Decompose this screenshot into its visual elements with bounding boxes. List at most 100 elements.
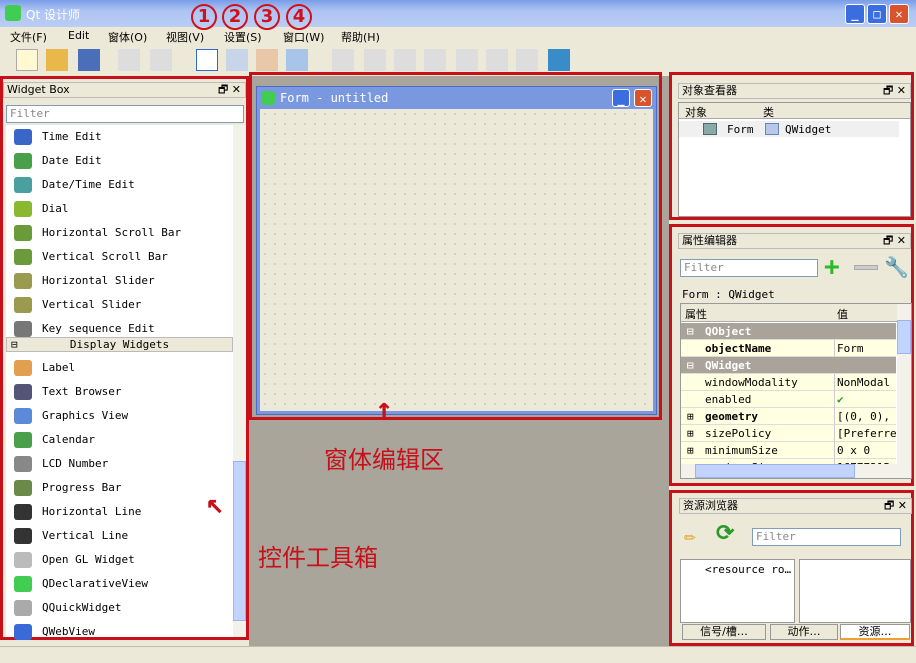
property-row[interactable]: objectName Form	[681, 340, 896, 357]
widget-item[interactable]: Date Edit	[12, 149, 234, 173]
property-value[interactable]: 0 x 0	[834, 442, 896, 459]
widget-item[interactable]: Vertical Line	[12, 524, 234, 548]
widget-item[interactable]: Vertical Slider	[12, 293, 234, 317]
widget-item[interactable]: Horizontal Scroll Bar	[12, 221, 234, 245]
property-row[interactable]: enabled ✔	[681, 391, 896, 408]
widget-item[interactable]: Horizontal Line	[12, 500, 234, 524]
add-property-button[interactable]: +	[824, 254, 840, 280]
float-close-icons[interactable]: 🗗 ✕	[884, 499, 907, 513]
widget-item[interactable]: Text Browser	[12, 380, 234, 404]
tab-actions[interactable]: 动作…	[770, 624, 838, 640]
layout-h-splitter-icon[interactable]	[394, 49, 416, 71]
tab-resources[interactable]: 资源…	[840, 624, 910, 640]
open-folder-icon[interactable]	[46, 49, 68, 71]
close-button[interactable]: ✕	[889, 4, 909, 24]
widget-filter-input[interactable]: Filter	[6, 105, 244, 123]
menu-settings[interactable]: 设置(S)	[224, 29, 262, 45]
resource-filter-input[interactable]: Filter	[752, 528, 901, 546]
edit-tab-order-icon[interactable]	[286, 49, 308, 71]
edit-buddies-icon[interactable]	[256, 49, 278, 71]
form-canvas[interactable]	[260, 109, 653, 411]
scrollbar-thumb[interactable]	[233, 461, 246, 621]
menu-form[interactable]: 窗体(O)	[108, 29, 147, 45]
edit-widgets-icon[interactable]	[196, 49, 218, 71]
send-back-icon[interactable]	[118, 49, 140, 71]
property-row[interactable]: windowModality NonModal	[681, 374, 896, 391]
property-value[interactable]: [(0, 0), 400	[834, 408, 896, 425]
vline-icon	[14, 528, 32, 544]
toolbar	[0, 45, 916, 75]
configure-wrench-button[interactable]: 🔧	[884, 255, 909, 279]
menu-edit[interactable]: Edit	[68, 29, 89, 42]
widget-item[interactable]: Label	[12, 356, 234, 380]
layout-horizontal-icon[interactable]	[332, 49, 354, 71]
widget-item-label: Vertical Line	[42, 529, 129, 542]
property-filter-input[interactable]: Filter	[680, 259, 818, 277]
widget-item[interactable]: Horizontal Slider	[12, 269, 234, 293]
widget-item[interactable]: Date/Time Edit	[12, 173, 234, 197]
float-close-icons[interactable]: 🗗 ✕	[218, 83, 241, 97]
minimize-button[interactable]: _	[845, 4, 865, 24]
adjust-size-icon[interactable]	[548, 49, 570, 71]
form-close-button[interactable]: ✕	[634, 89, 652, 107]
widget-item[interactable]: Dial	[12, 197, 234, 221]
group-name: QObject	[705, 325, 752, 338]
property-group[interactable]: ⊟ QWidget	[681, 357, 896, 374]
menu-help[interactable]: 帮助(H)	[341, 29, 380, 45]
widget-item[interactable]: Graphics View	[12, 404, 234, 428]
menu-view[interactable]: 视图(V)	[166, 29, 204, 45]
break-layout-icon[interactable]	[516, 49, 538, 71]
property-vscrollbar[interactable]	[897, 304, 911, 464]
float-close-icons[interactable]: 🗗 ✕	[883, 234, 906, 248]
widget-item[interactable]: QDeclarativeView	[12, 572, 234, 596]
property-hscrollbar[interactable]	[681, 464, 911, 478]
layout-grid-icon[interactable]	[456, 49, 478, 71]
widget-item[interactable]: LCD Number	[12, 452, 234, 476]
layout-vertical-icon[interactable]	[364, 49, 386, 71]
tree-row-form[interactable]: Form QWidget	[679, 121, 899, 137]
tab-signals-slots[interactable]: 信号/槽…	[682, 624, 766, 640]
float-close-icons[interactable]: 🗗 ✕	[883, 84, 906, 98]
property-value[interactable]: ✔	[834, 391, 896, 408]
edit-signals-slots-icon[interactable]	[226, 49, 248, 71]
new-file-icon[interactable]	[16, 49, 38, 71]
hscrollbar-icon	[14, 225, 32, 241]
reload-button[interactable]: ⟳	[716, 521, 734, 546]
save-icon[interactable]	[78, 49, 100, 71]
col-property: 属性	[685, 308, 707, 321]
property-row[interactable]: ⊞ sizePolicy [Preferred,	[681, 425, 896, 442]
property-row[interactable]: ⊞ geometry [(0, 0), 400	[681, 408, 896, 425]
menu-file[interactable]: 文件(F)	[10, 29, 47, 45]
widget-item[interactable]: Vertical Scroll Bar	[12, 245, 234, 269]
property-editor-title: 属性编辑器	[682, 234, 737, 247]
form-window[interactable]: Form - untitled _ ✕	[256, 86, 657, 415]
property-value[interactable]: NonModal	[834, 374, 896, 391]
widget-item-label: QDeclarativeView	[42, 577, 148, 590]
widget-item[interactable]: QWebView	[12, 620, 234, 644]
widget-item-label: Calendar	[42, 433, 95, 446]
expand-icon[interactable]: ⊞	[687, 425, 694, 442]
expand-icon[interactable]: ⊞	[687, 408, 694, 425]
property-value[interactable]: Form	[834, 340, 896, 357]
menu-window[interactable]: 窗口(W)	[283, 29, 324, 45]
category-display-widgets[interactable]: ⊟ Display Widgets	[6, 337, 233, 352]
widget-list-scrollbar[interactable]	[233, 125, 246, 637]
widget-item[interactable]: Progress Bar	[12, 476, 234, 500]
bring-front-icon[interactable]	[150, 49, 172, 71]
layout-form-icon[interactable]	[486, 49, 508, 71]
expand-icon[interactable]: ⊞	[687, 442, 694, 459]
property-row[interactable]: ⊞ minimumSize 0 x 0	[681, 442, 896, 459]
edit-resources-button[interactable]: ✏	[684, 523, 696, 547]
remove-property-button[interactable]	[854, 265, 878, 270]
property-group[interactable]: ⊟ QObject	[681, 323, 896, 340]
layout-v-splitter-icon[interactable]	[424, 49, 446, 71]
widget-item[interactable]: Time Edit	[12, 125, 234, 149]
maximize-button[interactable]: □	[867, 4, 887, 24]
widget-item[interactable]: QQuickWidget	[12, 596, 234, 620]
widget-item-label: Dial	[42, 202, 69, 215]
form-minimize-button[interactable]: _	[612, 89, 630, 107]
resource-root[interactable]: <resource ro…	[705, 563, 791, 576]
widget-item[interactable]: Calendar	[12, 428, 234, 452]
property-value[interactable]: [Preferred,	[834, 425, 896, 442]
widget-item[interactable]: Open GL Widget	[12, 548, 234, 572]
